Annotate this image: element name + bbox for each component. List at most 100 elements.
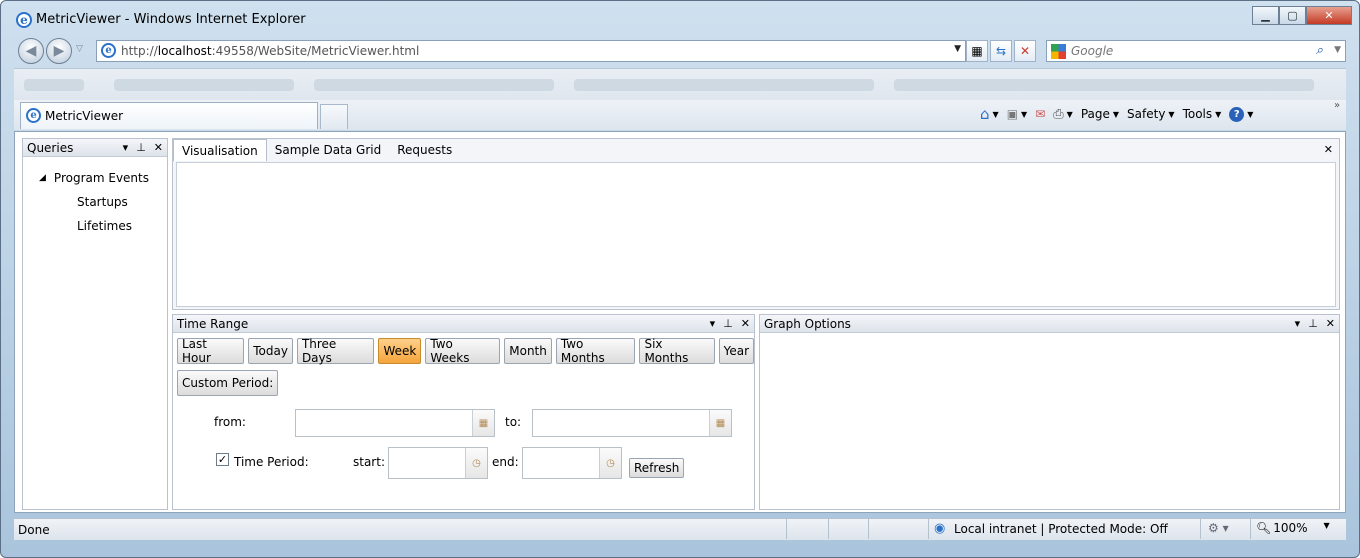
command-bar: ⌂ ▼ ▣ ▼ ✉ ⎙ ▼ Page ▼ Safety ▼ Tools ▼ ? ▼ [980,104,1253,124]
chevron-down-icon: ▼ [1215,109,1222,119]
visualisation-canvas [176,162,1336,307]
zoom-level: 100% [1273,521,1308,535]
address-dropdown-icon[interactable]: ▼ [954,44,961,54]
maximize-button[interactable]: ▢ [1279,6,1306,25]
url-prefix: http:// [121,44,158,58]
stop-icon[interactable]: ✕ [1014,40,1036,62]
browser-tab-label: MetricViewer [45,109,124,123]
feeds-button[interactable]: ▣ ▼ [1007,107,1028,121]
graph-options-title: Graph Options [764,316,851,331]
six-months-button[interactable]: Six Months [639,337,715,365]
title-bar: e MetricViewer - Windows Internet Explor… [0,0,1360,36]
new-tab-button[interactable] [320,104,348,129]
security-icon[interactable]: ⚙ ▾ [1208,521,1229,535]
mail-icon: ✉ [1035,107,1046,121]
queries-panel-title: Queries [27,140,74,155]
print-button[interactable]: ⎙ ▼ [1053,107,1073,122]
browser-tab-metricviewer[interactable]: e MetricViewer [20,102,318,129]
help-button[interactable]: ? ▼ [1229,106,1254,122]
page-menu[interactable]: Page ▼ [1081,107,1119,121]
tree-node-label: Program Events [53,171,149,185]
queries-panel: Queries ▾ ⊥ ✕ ◢ Program Events Startups … [22,138,168,510]
safety-menu-label: Safety [1127,107,1166,121]
tools-menu[interactable]: Tools ▼ [1183,107,1222,121]
month-button[interactable]: Month [504,338,552,364]
panel-controls: ▾ ⊥ ✕ [1295,317,1335,330]
end-time-input[interactable]: ◷ [522,447,622,479]
minimize-button[interactable]: ▁ [1252,6,1279,25]
forward-button[interactable]: ▶ [46,38,72,64]
tab-sample-data-grid[interactable]: Sample Data Grid [267,139,389,161]
panel-menu-icon[interactable]: ▾ [710,317,716,330]
status-divider [1250,519,1251,539]
main-tabs: Visualisation Sample Data Grid Requests [173,139,1339,161]
chevron-down-icon: ▼ [1168,109,1175,119]
close-icon[interactable]: ✕ [1326,317,1335,330]
search-box[interactable]: Google ⌕ ▼ [1046,40,1346,62]
three-days-button[interactable]: Three Days [296,337,375,365]
two-weeks-button[interactable]: Two Weeks [425,337,501,365]
address-bar[interactable]: e http://localhost:49558/WebSite/MetricV… [96,40,966,62]
search-dropdown-icon[interactable]: ▼ [1334,45,1341,55]
history-dropdown-icon[interactable]: ▽ [76,44,83,54]
home-button[interactable]: ⌂ ▼ [980,105,999,123]
calendar-icon[interactable]: ▦ [709,410,731,436]
panel-menu-icon[interactable]: ▾ [1295,317,1301,330]
tab-visualisation[interactable]: Visualisation [173,139,267,161]
clock-icon[interactable]: ◷ [599,448,621,478]
compatibility-view-icon[interactable]: ▦ [966,40,988,62]
chevron-down-icon: ▼ [992,109,999,119]
status-divider [1200,519,1201,539]
refresh-icon[interactable]: ⇆ [990,40,1012,62]
close-tab-icon[interactable]: ✕ [1324,143,1333,156]
safety-menu[interactable]: Safety ▼ [1127,107,1175,121]
window-controls: ▁ ▢ ✕ [1252,6,1358,26]
back-button[interactable]: ◀ [18,38,44,64]
zone-status-text: Local intranet | Protected Mode: Off [954,522,1168,536]
close-icon[interactable]: ✕ [741,317,750,330]
start-time-input[interactable]: ◷ [388,447,488,479]
time-range-panel: Time Range ▾ ⊥ ✕ Last Hour Today Three D… [172,314,755,510]
chevron-down-icon: ▼ [1021,109,1028,119]
tree-node-lifetimes[interactable]: Lifetimes [77,219,149,233]
chevron-down-icon: ▼ [1323,521,1330,530]
mail-button[interactable]: ✉ [1035,107,1045,121]
page-ie-icon: e [101,43,116,58]
pin-icon[interactable]: ⊥ [136,141,146,154]
pin-icon[interactable]: ⊥ [723,317,733,330]
favorites-bar [14,68,1346,100]
search-placeholder: Google [1071,44,1114,58]
blurred-toolbar-item [24,79,84,91]
to-date-input[interactable]: ▦ [532,409,732,437]
from-date-input[interactable]: ▦ [295,409,495,437]
calendar-icon[interactable]: ▦ [472,410,494,436]
two-months-button[interactable]: Two Months [555,337,636,365]
time-range-buttons: Last Hour Today Three Days Week Two Week… [177,337,755,365]
close-window-button[interactable]: ✕ [1306,6,1352,25]
zoom-control[interactable]: 🔍︎ 100% ▼ [1256,521,1330,535]
panel-controls: ▾ ⊥ ✕ [123,141,163,154]
today-button[interactable]: Today [248,338,293,364]
custom-period-button[interactable]: Custom Period: [177,370,279,396]
chevron-more-icon[interactable]: » [1334,100,1340,111]
status-text: Done [18,522,50,537]
clock-icon[interactable]: ◷ [465,448,487,478]
pin-icon[interactable]: ⊥ [1308,317,1318,330]
panel-menu-icon[interactable]: ▾ [123,141,129,154]
refresh-button[interactable]: Refresh [629,458,685,478]
time-period-label: Time Period: [234,455,309,469]
search-icon[interactable]: ⌕ [1316,43,1323,58]
tree-expand-icon[interactable]: ◢ [39,173,46,183]
blurred-toolbar-item [894,79,1314,91]
last-hour-button[interactable]: Last Hour [177,337,245,365]
tree-node-program-events[interactable]: ◢ Program Events [39,171,149,185]
tab-requests[interactable]: Requests [389,139,460,161]
year-button[interactable]: Year [718,338,755,364]
status-divider [786,519,787,539]
time-period-checkbox[interactable]: ✓ [216,453,229,466]
week-button[interactable]: Week [378,338,422,364]
chevron-down-icon: ▼ [1247,109,1254,119]
tree-node-startups[interactable]: Startups [77,195,149,209]
close-icon[interactable]: ✕ [154,141,163,154]
status-divider [928,519,929,539]
